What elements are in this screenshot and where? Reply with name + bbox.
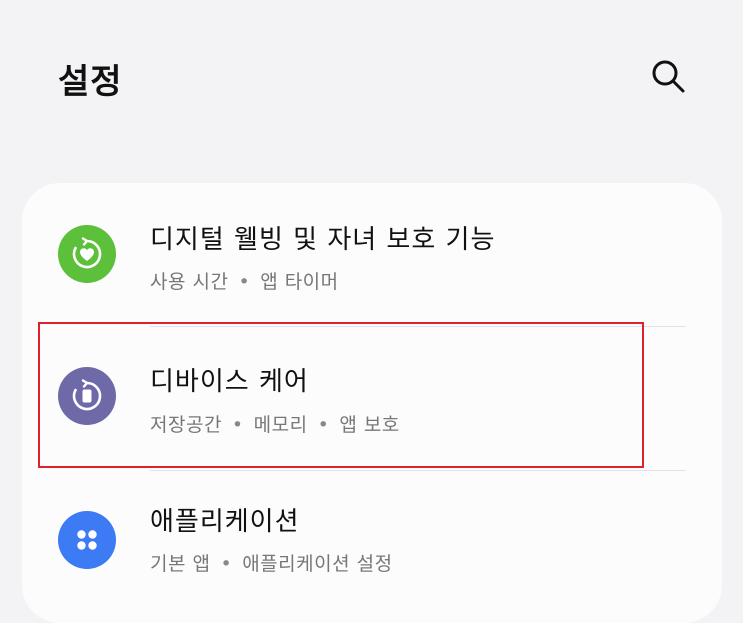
- item-subtitle: 기본 앱 • 애플리케이션 설정: [150, 549, 393, 576]
- highlight-box: [38, 322, 644, 468]
- subtitle-part: 사용 시간: [150, 271, 229, 293]
- settings-item-digital-wellbeing[interactable]: 디지털 웰빙 및 자녀 보호 기능 사용 시간 • 앱 타이머: [22, 183, 722, 325]
- item-title: 디지털 웰빙 및 자녀 보호 기능: [150, 225, 496, 255]
- search-button[interactable]: [646, 54, 690, 98]
- app-header: 설정: [0, 0, 743, 150]
- heart-refresh-icon: [58, 225, 116, 283]
- subtitle-part: 기본 앱: [150, 553, 211, 575]
- item-title: 애플리케이션: [150, 507, 300, 537]
- settings-item-applications[interactable]: 애플리케이션 기본 앱 • 애플리케이션 설정: [22, 471, 722, 613]
- separator-dot: •: [238, 271, 251, 293]
- page-title: 설정: [58, 62, 123, 102]
- item-subtitle: 사용 시간 • 앱 타이머: [150, 267, 339, 294]
- subtitle-part: 애플리케이션 설정: [242, 553, 393, 575]
- separator-dot: •: [220, 553, 233, 575]
- search-icon: [652, 60, 685, 93]
- subtitle-part: 앱 타이머: [260, 271, 339, 293]
- apps-grid-icon: [58, 511, 116, 569]
